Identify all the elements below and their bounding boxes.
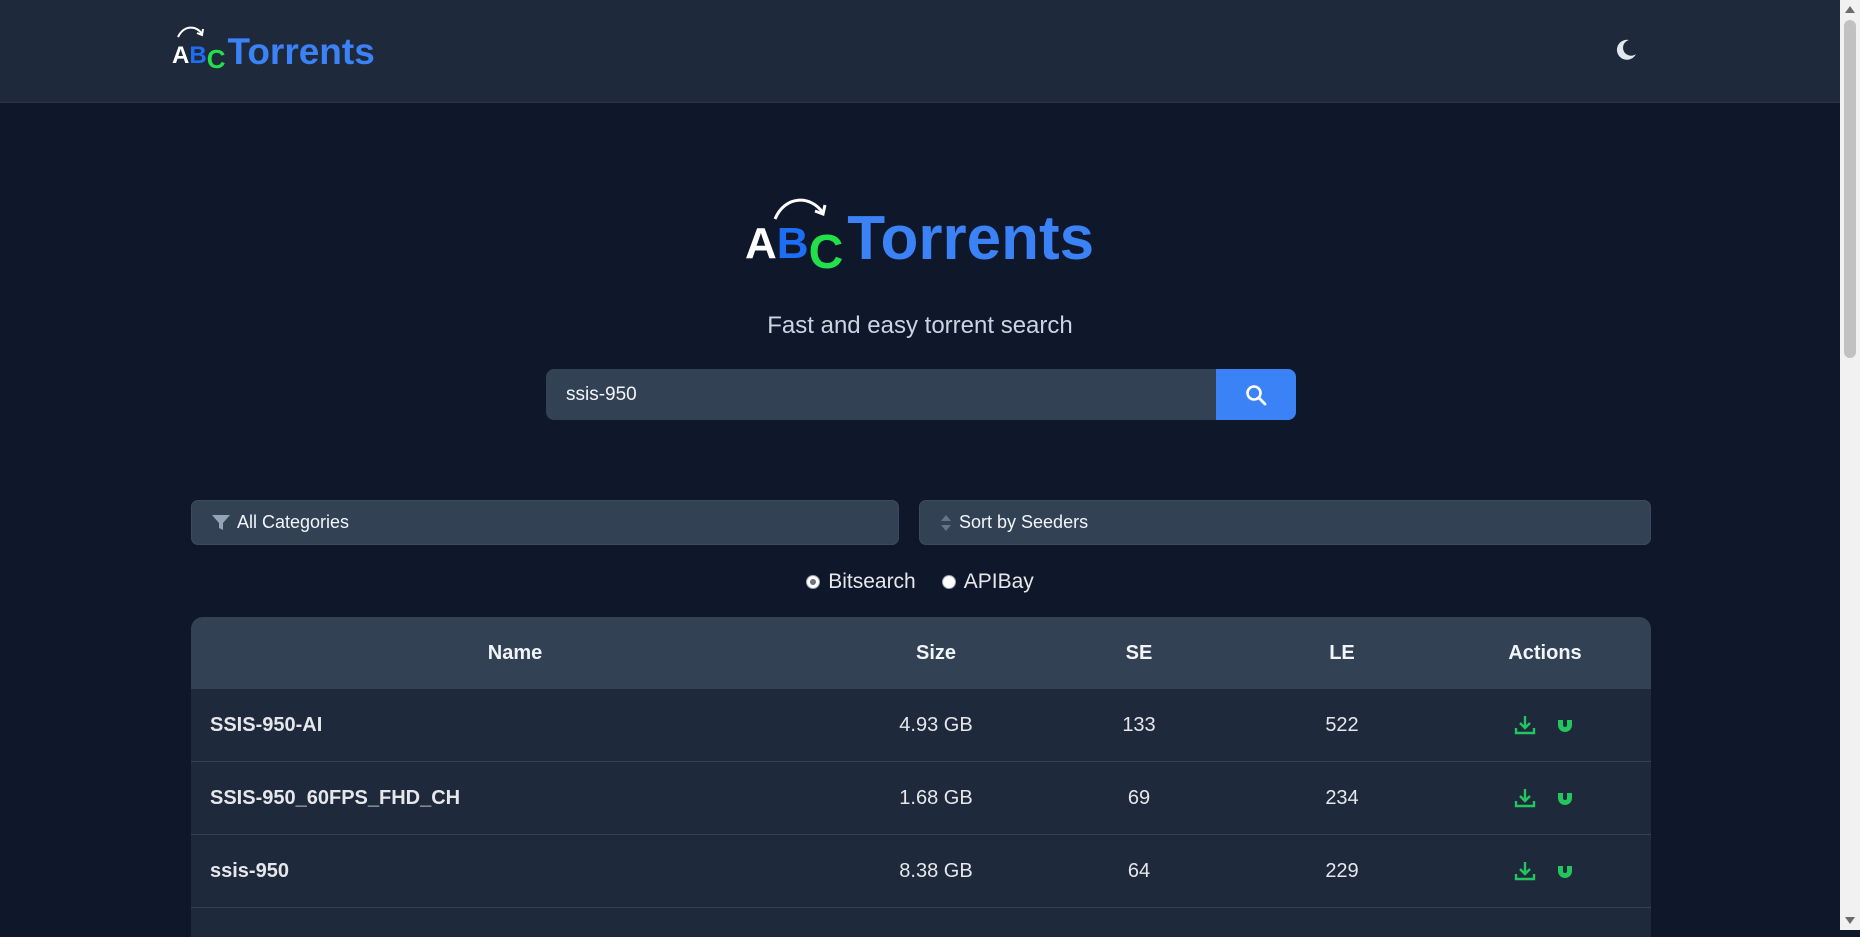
header-size: Size bbox=[915, 641, 957, 664]
header-se: SE bbox=[1125, 641, 1153, 664]
sort-select[interactable]: Sort by Seeders bbox=[919, 500, 1651, 545]
torrent-seeders: 64 bbox=[1127, 859, 1151, 882]
search-input[interactable] bbox=[546, 369, 1216, 420]
torrent-leechers: 234 bbox=[1325, 786, 1359, 809]
hero-abc-logo-mark: ABC bbox=[745, 198, 843, 279]
radio-bitsearch-label: Bitsearch bbox=[828, 570, 916, 593]
magnet-icon[interactable] bbox=[1553, 786, 1577, 810]
hero-logo-letter-b: B bbox=[776, 219, 809, 268]
radio-apibay-dot[interactable] bbox=[941, 575, 956, 589]
search-bar bbox=[546, 369, 1296, 420]
abc-logo-mark: ABC bbox=[172, 26, 225, 74]
hero-logo-word: Torrents bbox=[847, 204, 1095, 273]
magnet-icon[interactable] bbox=[1553, 713, 1577, 737]
scrollbar-thumb[interactable] bbox=[1844, 20, 1856, 358]
table-header: Name Size SE LE Actions bbox=[191, 617, 1651, 689]
search-icon bbox=[1246, 384, 1267, 405]
row-actions bbox=[1439, 713, 1651, 737]
logo-arrow-icon bbox=[177, 26, 204, 38]
torrent-leechers: 229 bbox=[1325, 859, 1359, 882]
header-logo[interactable]: ABC Torrents bbox=[172, 26, 375, 74]
row-actions bbox=[1439, 859, 1651, 883]
hero-logo: ABC Torrents bbox=[745, 198, 1095, 279]
download-icon[interactable] bbox=[1513, 713, 1537, 737]
logo-letter-c: C bbox=[206, 44, 226, 74]
scroll-up-arrow-icon[interactable] bbox=[1845, 6, 1855, 13]
logo-letter-b: B bbox=[189, 42, 207, 69]
scroll-down-arrow-icon[interactable] bbox=[1845, 917, 1855, 924]
torrent-name: SSIS-950-AI bbox=[210, 713, 323, 736]
download-icon[interactable] bbox=[1513, 859, 1537, 883]
results-table: Name Size SE LE Actions SSIS-950-AI 4.93… bbox=[191, 617, 1651, 937]
download-icon[interactable] bbox=[1513, 786, 1537, 810]
table-row: ssis-950 8.38 GB 64 229 bbox=[191, 835, 1651, 908]
logo-word: Torrents bbox=[227, 31, 375, 72]
radio-bitsearch[interactable]: Bitsearch bbox=[806, 570, 916, 594]
torrent-size: 8.38 GB bbox=[899, 859, 973, 882]
hero-logo-letter-a: A bbox=[745, 219, 777, 268]
row-actions bbox=[1439, 786, 1651, 810]
logo-letter-a: A bbox=[172, 42, 190, 69]
page-scrollbar[interactable] bbox=[1840, 0, 1860, 930]
torrent-size: 4.93 GB bbox=[899, 713, 973, 736]
filter-icon bbox=[211, 514, 231, 532]
radio-apibay-label: APIBay bbox=[963, 570, 1034, 593]
header-le: LE bbox=[1329, 641, 1355, 664]
torrent-seeders: 69 bbox=[1127, 786, 1151, 809]
torrent-name: ssis-950 bbox=[210, 859, 289, 882]
hero-logo-arrow-icon bbox=[773, 198, 827, 220]
search-button[interactable] bbox=[1216, 369, 1296, 420]
header-actions: Actions bbox=[1508, 641, 1582, 664]
header-name: Name bbox=[487, 641, 543, 664]
top-navbar: ABC Torrents bbox=[0, 0, 1840, 103]
sort-icon bbox=[939, 513, 953, 533]
radio-apibay[interactable]: APIBay bbox=[941, 570, 1034, 594]
category-select[interactable]: All Categories bbox=[191, 500, 899, 545]
table-row: SSIS-950-AI 4.93 GB 133 522 bbox=[191, 689, 1651, 762]
table-row: SSIS-950_60FPS_FHD_CH 1.68 GB 69 234 bbox=[191, 762, 1651, 835]
magnet-icon[interactable] bbox=[1553, 859, 1577, 883]
radio-bitsearch-dot[interactable] bbox=[806, 575, 821, 589]
sort-select-label: Sort by Seeders bbox=[959, 512, 1089, 532]
torrent-leechers: 522 bbox=[1325, 713, 1359, 736]
tagline: Fast and easy torrent search bbox=[767, 312, 1073, 339]
torrent-name: SSIS-950_60FPS_FHD_CH bbox=[210, 786, 461, 809]
moon-icon[interactable] bbox=[1612, 36, 1640, 64]
torrent-seeders: 133 bbox=[1122, 713, 1156, 736]
torrent-size: 1.68 GB bbox=[899, 786, 973, 809]
source-radio-group: Bitsearch APIBay bbox=[0, 570, 1840, 594]
hero-logo-letter-c: C bbox=[808, 226, 844, 279]
category-select-label: All Categories bbox=[237, 512, 350, 532]
